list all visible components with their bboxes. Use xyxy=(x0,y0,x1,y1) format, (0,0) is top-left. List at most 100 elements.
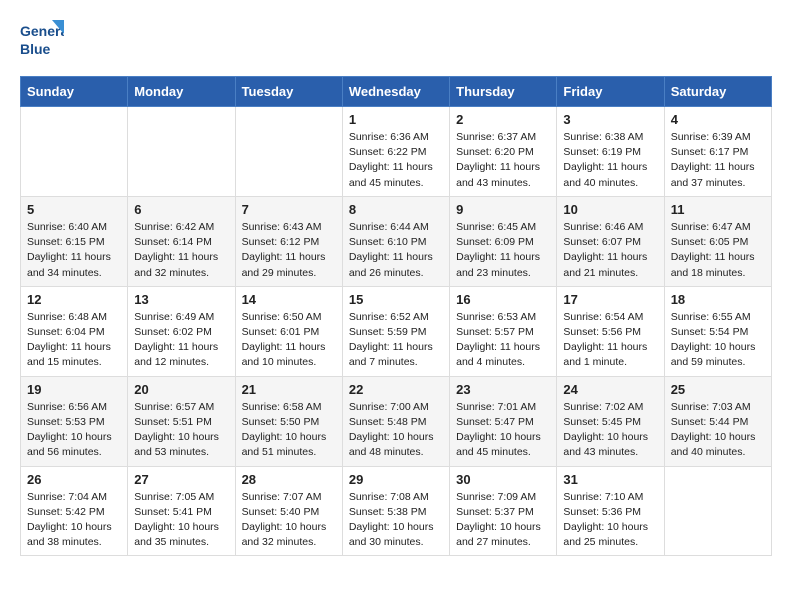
calendar-cell: 12 Sunrise: 6:48 AM Sunset: 6:04 PM Dayli… xyxy=(21,286,128,376)
day-info: Sunrise: 6:46 AM Sunset: 6:07 PM Dayligh… xyxy=(563,220,657,281)
calendar-cell: 1 Sunrise: 6:36 AM Sunset: 6:22 PM Daylig… xyxy=(342,107,449,197)
calendar-cell: 11 Sunrise: 6:47 AM Sunset: 6:05 PM Dayli… xyxy=(664,196,771,286)
svg-text:Blue: Blue xyxy=(20,41,51,57)
day-number: 31 xyxy=(563,472,657,487)
calendar-cell xyxy=(128,107,235,197)
calendar-cell: 25 Sunrise: 7:03 AM Sunset: 5:44 PM Dayli… xyxy=(664,376,771,466)
calendar-cell: 23 Sunrise: 7:01 AM Sunset: 5:47 PM Dayli… xyxy=(450,376,557,466)
calendar-cell: 14Sunrise: 6:50 AM Sunset: 6:01 PM Dayli… xyxy=(235,286,342,376)
day-info: Sunrise: 6:58 AM Sunset: 5:50 PM Dayligh… xyxy=(242,400,336,461)
calendar-week-row: 26Sunrise: 7:04 AM Sunset: 5:42 PM Dayli… xyxy=(21,466,772,556)
logo: GeneralBlue xyxy=(20,20,68,60)
calendar-cell: 9 Sunrise: 6:45 AM Sunset: 6:09 PM Daylig… xyxy=(450,196,557,286)
calendar-week-row: 5Sunrise: 6:40 AM Sunset: 6:15 PM Daylig… xyxy=(21,196,772,286)
day-info: Sunrise: 7:08 AM Sunset: 5:38 PM Dayligh… xyxy=(349,490,443,551)
day-info: Sunrise: 7:01 AM Sunset: 5:47 PM Dayligh… xyxy=(456,400,550,461)
day-number: 20 xyxy=(134,382,228,397)
calendar-table: SundayMondayTuesdayWednesdayThursdayFrid… xyxy=(20,76,772,556)
day-number: 19 xyxy=(27,382,121,397)
day-info: Sunrise: 6:54 AM Sunset: 5:56 PM Dayligh… xyxy=(563,310,657,371)
day-number: 25 xyxy=(671,382,765,397)
day-number: 9 xyxy=(456,202,550,217)
weekday-header-wednesday: Wednesday xyxy=(342,77,449,107)
calendar-cell: 6 Sunrise: 6:42 AM Sunset: 6:14 PM Daylig… xyxy=(128,196,235,286)
day-number: 1 xyxy=(349,112,443,127)
calendar-cell: 26Sunrise: 7:04 AM Sunset: 5:42 PM Dayli… xyxy=(21,466,128,556)
calendar-cell: 19 Sunrise: 6:56 AM Sunset: 5:53 PM Dayli… xyxy=(21,376,128,466)
weekday-header-saturday: Saturday xyxy=(664,77,771,107)
day-info: Sunrise: 7:03 AM Sunset: 5:44 PM Dayligh… xyxy=(671,400,765,461)
day-info: Sunrise: 6:45 AM Sunset: 6:09 PM Dayligh… xyxy=(456,220,550,281)
day-number: 4 xyxy=(671,112,765,127)
day-number: 18 xyxy=(671,292,765,307)
calendar-cell xyxy=(664,466,771,556)
day-number: 28 xyxy=(242,472,336,487)
weekday-header-tuesday: Tuesday xyxy=(235,77,342,107)
calendar-cell xyxy=(235,107,342,197)
weekday-header-monday: Monday xyxy=(128,77,235,107)
calendar-cell: 4 Sunrise: 6:39 AM Sunset: 6:17 PM Daylig… xyxy=(664,107,771,197)
day-number: 23 xyxy=(456,382,550,397)
day-info: Sunrise: 7:00 AM Sunset: 5:48 PM Dayligh… xyxy=(349,400,443,461)
calendar-cell: 5Sunrise: 6:40 AM Sunset: 6:15 PM Daylig… xyxy=(21,196,128,286)
day-number: 12 xyxy=(27,292,121,307)
day-info: Sunrise: 7:07 AM Sunset: 5:40 PM Dayligh… xyxy=(242,490,336,551)
day-info: Sunrise: 7:10 AM Sunset: 5:36 PM Dayligh… xyxy=(563,490,657,551)
day-number: 15 xyxy=(349,292,443,307)
weekday-header-sunday: Sunday xyxy=(21,77,128,107)
calendar-cell: 13 Sunrise: 6:49 AM Sunset: 6:02 PM Dayli… xyxy=(128,286,235,376)
weekday-header-row: SundayMondayTuesdayWednesdayThursdayFrid… xyxy=(21,77,772,107)
day-info: Sunrise: 6:56 AM Sunset: 5:53 PM Dayligh… xyxy=(27,400,121,461)
day-info: Sunrise: 6:57 AM Sunset: 5:51 PM Dayligh… xyxy=(134,400,228,461)
day-info: Sunrise: 6:55 AM Sunset: 5:54 PM Dayligh… xyxy=(671,310,765,371)
day-number: 7 xyxy=(242,202,336,217)
day-info: Sunrise: 7:02 AM Sunset: 5:45 PM Dayligh… xyxy=(563,400,657,461)
calendar-cell: 29 Sunrise: 7:08 AM Sunset: 5:38 PM Dayli… xyxy=(342,466,449,556)
day-number: 5 xyxy=(27,202,121,217)
calendar-cell: 31 Sunrise: 7:10 AM Sunset: 5:36 PM Dayli… xyxy=(557,466,664,556)
day-number: 21 xyxy=(242,382,336,397)
day-number: 11 xyxy=(671,202,765,217)
calendar-week-row: 19 Sunrise: 6:56 AM Sunset: 5:53 PM Dayli… xyxy=(21,376,772,466)
day-info: Sunrise: 6:49 AM Sunset: 6:02 PM Dayligh… xyxy=(134,310,228,371)
calendar-cell xyxy=(21,107,128,197)
day-info: Sunrise: 6:37 AM Sunset: 6:20 PM Dayligh… xyxy=(456,130,550,191)
day-info: Sunrise: 6:36 AM Sunset: 6:22 PM Dayligh… xyxy=(349,130,443,191)
day-number: 3 xyxy=(563,112,657,127)
page-header: GeneralBlue xyxy=(20,20,772,60)
day-number: 6 xyxy=(134,202,228,217)
calendar-cell: 22 Sunrise: 7:00 AM Sunset: 5:48 PM Dayli… xyxy=(342,376,449,466)
logo-icon: GeneralBlue xyxy=(20,20,64,60)
calendar-week-row: 1 Sunrise: 6:36 AM Sunset: 6:22 PM Daylig… xyxy=(21,107,772,197)
day-number: 22 xyxy=(349,382,443,397)
day-number: 13 xyxy=(134,292,228,307)
calendar-cell: 20 Sunrise: 6:57 AM Sunset: 5:51 PM Dayli… xyxy=(128,376,235,466)
day-number: 24 xyxy=(563,382,657,397)
calendar-cell: 27 Sunrise: 7:05 AM Sunset: 5:41 PM Dayli… xyxy=(128,466,235,556)
calendar-cell: 3Sunrise: 6:38 AM Sunset: 6:19 PM Daylig… xyxy=(557,107,664,197)
calendar-cell: 10 Sunrise: 6:46 AM Sunset: 6:07 PM Dayli… xyxy=(557,196,664,286)
calendar-cell: 28 Sunrise: 7:07 AM Sunset: 5:40 PM Dayli… xyxy=(235,466,342,556)
day-info: Sunrise: 6:42 AM Sunset: 6:14 PM Dayligh… xyxy=(134,220,228,281)
day-number: 2 xyxy=(456,112,550,127)
calendar-cell: 8 Sunrise: 6:44 AM Sunset: 6:10 PM Daylig… xyxy=(342,196,449,286)
day-info: Sunrise: 6:44 AM Sunset: 6:10 PM Dayligh… xyxy=(349,220,443,281)
day-number: 8 xyxy=(349,202,443,217)
calendar-cell: 21 Sunrise: 6:58 AM Sunset: 5:50 PM Dayli… xyxy=(235,376,342,466)
weekday-header-friday: Friday xyxy=(557,77,664,107)
day-info: Sunrise: 6:39 AM Sunset: 6:17 PM Dayligh… xyxy=(671,130,765,191)
day-info: Sunrise: 6:43 AM Sunset: 6:12 PM Dayligh… xyxy=(242,220,336,281)
day-info: Sunrise: 6:47 AM Sunset: 6:05 PM Dayligh… xyxy=(671,220,765,281)
day-number: 16 xyxy=(456,292,550,307)
calendar-cell: 17 Sunrise: 6:54 AM Sunset: 5:56 PM Dayli… xyxy=(557,286,664,376)
day-info: Sunrise: 6:48 AM Sunset: 6:04 PM Dayligh… xyxy=(27,310,121,371)
calendar-cell: 2 Sunrise: 6:37 AM Sunset: 6:20 PM Daylig… xyxy=(450,107,557,197)
day-number: 30 xyxy=(456,472,550,487)
day-number: 17 xyxy=(563,292,657,307)
calendar-cell: 15Sunrise: 6:52 AM Sunset: 5:59 PM Dayli… xyxy=(342,286,449,376)
day-number: 10 xyxy=(563,202,657,217)
calendar-cell: 18 Sunrise: 6:55 AM Sunset: 5:54 PM Dayli… xyxy=(664,286,771,376)
day-number: 29 xyxy=(349,472,443,487)
day-info: Sunrise: 7:05 AM Sunset: 5:41 PM Dayligh… xyxy=(134,490,228,551)
day-number: 27 xyxy=(134,472,228,487)
